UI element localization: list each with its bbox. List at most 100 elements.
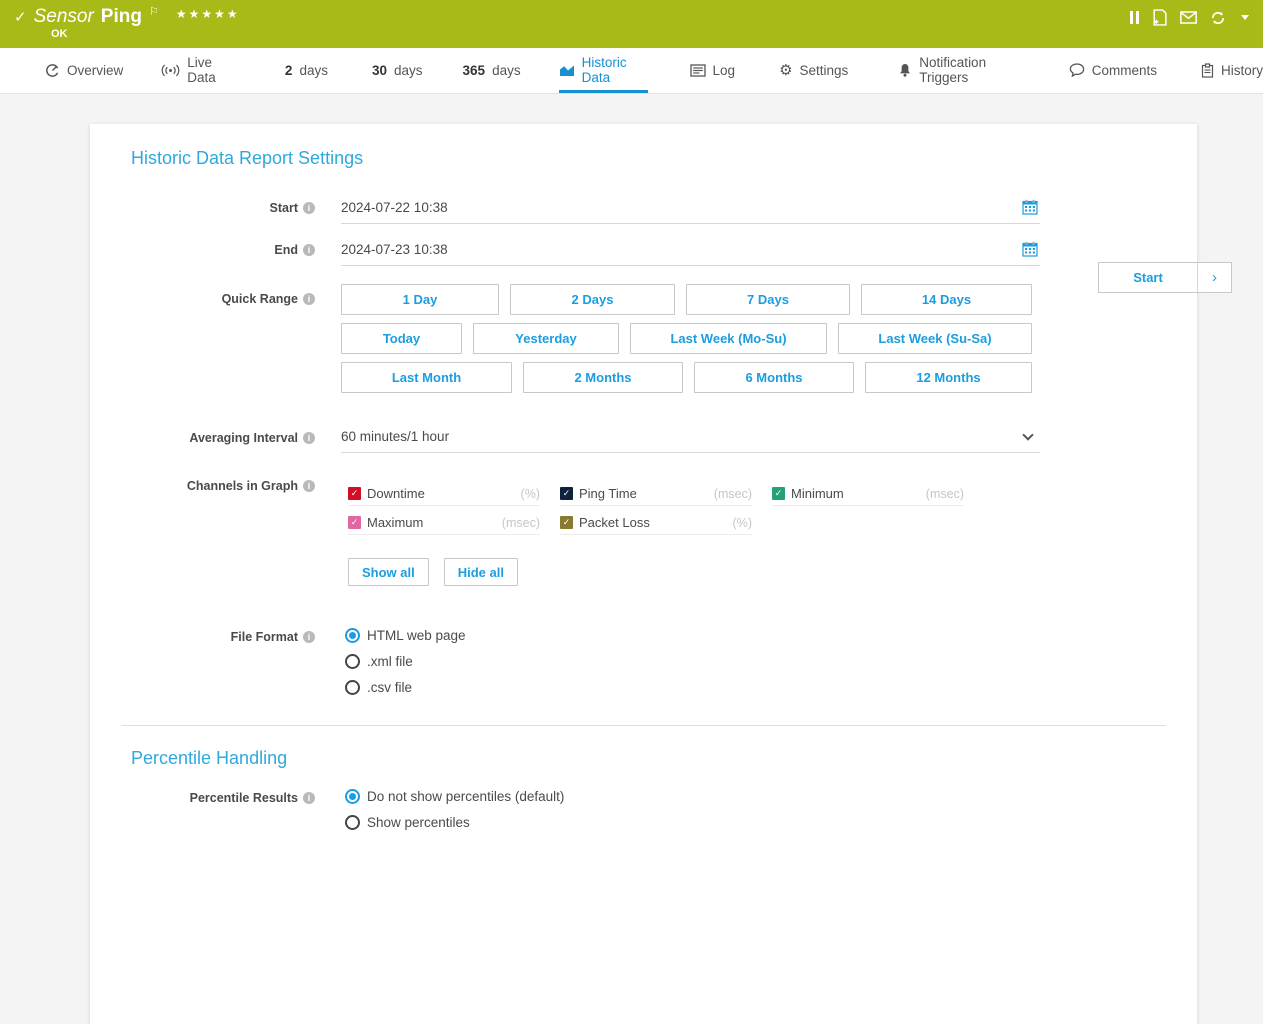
sensor-name: Ping (101, 6, 142, 28)
quick-range-2-days-button[interactable]: 2 Days (510, 284, 675, 315)
tab-label: days (299, 63, 328, 78)
tab-log[interactable]: Log (690, 48, 736, 93)
calendar-icon[interactable] (1022, 199, 1038, 215)
caret-down-icon[interactable] (1241, 15, 1249, 20)
quick-range-12-months-button[interactable]: 12 Months (865, 362, 1032, 393)
channel-name: Minimum (791, 486, 920, 501)
tab-label: Notification Triggers (919, 55, 1022, 85)
channel-unit: (msec) (926, 487, 964, 501)
quick-range-last-week-su-sa-button[interactable]: Last Week (Su-Sa) (838, 323, 1032, 354)
quick-range-2-months-button[interactable]: 2 Months (523, 362, 683, 393)
report-icon[interactable] (1152, 9, 1167, 26)
quick-range-7-days-button[interactable]: 7 Days (686, 284, 850, 315)
radio-selected-icon (345, 628, 360, 643)
section-divider (121, 725, 1166, 726)
quick-range-yesterday-button[interactable]: Yesterday (473, 323, 619, 354)
tab-historic-data[interactable]: Historic Data (559, 48, 648, 93)
channel-name: Packet Loss (579, 515, 727, 530)
quick-range-14-days-button[interactable]: 14 Days (861, 284, 1032, 315)
info-icon[interactable] (303, 631, 315, 643)
page-body: Historic Data Report Settings Start 2024… (0, 94, 1263, 834)
tab-notification-triggers[interactable]: Notification Triggers (898, 48, 1022, 93)
info-icon[interactable] (303, 244, 315, 256)
sensor-header: ✓ Sensor Ping ⚐ ★★★★★ OK (0, 0, 1263, 48)
end-date-input[interactable]: 2024-07-23 10:38 (341, 241, 1040, 266)
tab-label: days (394, 63, 423, 78)
info-icon[interactable] (303, 432, 315, 444)
chevron-right-icon[interactable]: › (1197, 263, 1231, 292)
area-chart-icon (559, 63, 575, 77)
channel-unit: (%) (521, 487, 540, 501)
radio-do-not-show-percentiles[interactable]: Do not show percentiles (default) (345, 789, 1040, 804)
tab-comments[interactable]: Comments (1069, 48, 1157, 93)
tab-overview[interactable]: Overview (45, 48, 123, 93)
ok-check-icon: ✓ (14, 8, 27, 26)
checkbox-checked-icon[interactable] (560, 487, 573, 500)
radio-unselected-icon (345, 680, 360, 695)
start-date-input[interactable]: 2024-07-22 10:38 (341, 199, 1040, 224)
checkbox-checked-icon[interactable] (560, 516, 573, 529)
quick-range-6-months-button[interactable]: 6 Months (694, 362, 854, 393)
flag-icon[interactable]: ⚐ (149, 5, 159, 18)
radio-csv-file[interactable]: .csv file (345, 680, 1040, 695)
radio-show-percentiles[interactable]: Show percentiles (345, 815, 1040, 830)
averaging-interval-select[interactable]: 60 minutes/1 hour (341, 429, 1040, 453)
calendar-icon[interactable] (1022, 241, 1038, 257)
tab-bar: Overview Live Data 2 days 30 days 365 da… (0, 48, 1263, 94)
settings-card: Historic Data Report Settings Start 2024… (90, 124, 1197, 1024)
tab-30-days[interactable]: 30 days (372, 48, 423, 93)
radio-label: HTML web page (367, 628, 466, 643)
section-title-historic-data: Historic Data Report Settings (131, 148, 1197, 169)
channel-ping-time[interactable]: Ping Time (msec) (560, 486, 752, 506)
radio-unselected-icon (345, 654, 360, 669)
log-icon (690, 64, 706, 77)
info-icon[interactable] (303, 792, 315, 804)
status-badge: OK (51, 28, 68, 40)
start-label: Start (270, 201, 298, 215)
tab-2-days[interactable]: 2 days (285, 48, 328, 93)
tab-live-data[interactable]: Live Data (161, 48, 235, 93)
channel-downtime[interactable]: Downtime (%) (348, 486, 540, 506)
hide-all-button[interactable]: Hide all (444, 558, 518, 586)
tab-settings[interactable]: ⚙ Settings (779, 48, 848, 93)
channel-unit: (msec) (714, 487, 752, 501)
pause-icon[interactable] (1130, 11, 1139, 24)
start-report-button-label[interactable]: Start (1099, 263, 1197, 292)
sensor-type-label: Sensor (34, 6, 94, 28)
radio-label: .csv file (367, 680, 412, 695)
tab-number: 365 (463, 63, 486, 78)
radio-html-web-page[interactable]: HTML web page (345, 628, 1040, 643)
checkbox-checked-icon[interactable] (772, 487, 785, 500)
checkbox-checked-icon[interactable] (348, 487, 361, 500)
tab-365-days[interactable]: 365 days (463, 48, 521, 93)
tab-label: days (492, 63, 521, 78)
tab-history[interactable]: History (1201, 48, 1263, 93)
email-icon[interactable] (1180, 11, 1197, 24)
averaging-interval-label: Averaging Interval (189, 431, 298, 445)
info-icon[interactable] (303, 480, 315, 492)
radio-label: Show percentiles (367, 815, 470, 830)
refresh-icon[interactable] (1210, 10, 1226, 26)
percentile-results-label: Percentile Results (190, 791, 298, 805)
checkbox-checked-icon[interactable] (348, 516, 361, 529)
quick-range-today-button[interactable]: Today (341, 323, 462, 354)
quick-range-last-week-mo-su-button[interactable]: Last Week (Mo-Su) (630, 323, 827, 354)
gauge-icon (45, 63, 60, 78)
channel-packet-loss[interactable]: Packet Loss (%) (560, 515, 752, 535)
quick-range-last-month-button[interactable]: Last Month (341, 362, 512, 393)
show-all-button[interactable]: Show all (348, 558, 429, 586)
info-icon[interactable] (303, 202, 315, 214)
radio-xml-file[interactable]: .xml file (345, 654, 1040, 669)
start-report-button[interactable]: Start › (1098, 262, 1232, 293)
priority-stars[interactable]: ★★★★★ (176, 7, 240, 21)
file-format-label: File Format (231, 630, 298, 644)
tab-label: History (1221, 63, 1263, 78)
channel-minimum[interactable]: Minimum (msec) (772, 486, 964, 506)
tab-number: 2 (285, 63, 293, 78)
quick-range-1-day-button[interactable]: 1 Day (341, 284, 499, 315)
averaging-interval-value: 60 minutes/1 hour (341, 429, 449, 444)
broadcast-icon (161, 64, 180, 77)
info-icon[interactable] (303, 293, 315, 305)
tab-label: Overview (67, 63, 123, 78)
channel-maximum[interactable]: Maximum (msec) (348, 515, 540, 535)
